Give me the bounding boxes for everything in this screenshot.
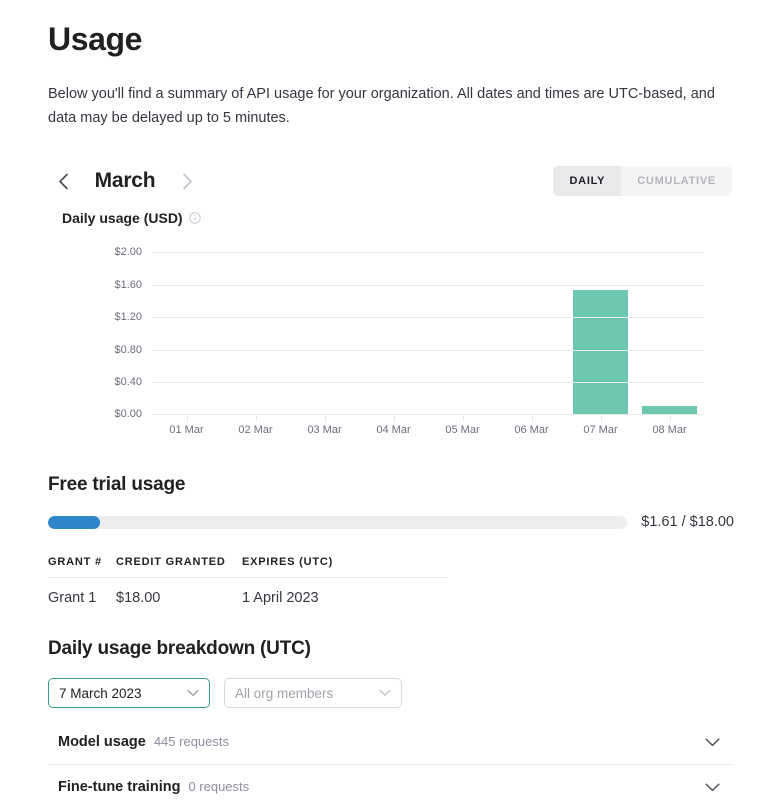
chart-bars	[152, 252, 704, 414]
chart-x-tick	[463, 416, 464, 421]
chart-x-tick-label: 03 Mar	[290, 416, 359, 436]
chevron-down-icon	[187, 689, 199, 697]
column-header-expires: EXPIRES (UTC)	[242, 556, 448, 578]
accordion-title: Model usage	[58, 734, 146, 750]
chart-x-tick-label: 05 Mar	[428, 416, 497, 436]
chart-bar-cell[interactable]	[221, 252, 290, 414]
breakdown-filters: 7 March 2023 All org members	[48, 678, 734, 708]
chevron-down-icon	[379, 689, 391, 697]
cell-grant-number: Grant 1	[48, 578, 116, 607]
progress-label: $1.61 / $18.00	[641, 514, 734, 530]
accordion-model-usage[interactable]: Model usage 445 requests	[48, 720, 734, 765]
accordion-title: Fine-tune training	[58, 779, 180, 795]
accordion-fine-tune-training[interactable]: Fine-tune training 0 requests	[48, 765, 734, 800]
chart-bar-cell[interactable]	[428, 252, 497, 414]
chart-gridline	[152, 350, 704, 351]
daily-usage-chart: $2.00 $1.60 $1.20 $0.80 $0.40 $0.00 01 Mar02 …	[48, 242, 734, 442]
org-member-select[interactable]: All org members	[224, 678, 402, 708]
chevron-down-icon[interactable]	[705, 738, 720, 747]
current-month-label: March	[82, 169, 168, 193]
usage-page: Usage Below you'll find a summary of API…	[0, 0, 764, 800]
page-title: Usage	[48, 20, 734, 58]
chart-gridline	[152, 285, 704, 286]
chart-x-tick-label: 07 Mar	[566, 416, 635, 436]
info-circle-icon[interactable]	[189, 212, 201, 224]
column-header-grant: GRANT #	[48, 556, 116, 578]
chevron-right-icon	[182, 173, 193, 190]
chart-plot-area	[152, 252, 704, 414]
chart-gridline	[152, 317, 704, 318]
previous-month-button[interactable]	[48, 166, 78, 196]
chart-y-tick-label: $0.00	[114, 408, 142, 420]
view-mode-toggle: DAILY CUMULATIVE	[553, 166, 732, 196]
chart-y-tick-label: $1.20	[114, 311, 142, 323]
chart-x-tick-label: 04 Mar	[359, 416, 428, 436]
chart-bar-cell[interactable]	[152, 252, 221, 414]
chart-x-tick-label: 01 Mar	[152, 416, 221, 436]
month-navigator: March	[48, 166, 202, 196]
chart-bar-cell[interactable]	[359, 252, 428, 414]
org-member-select-value: All org members	[235, 686, 333, 701]
progress-track	[48, 516, 627, 529]
chart-x-tick	[187, 416, 188, 421]
cell-expires: 1 April 2023	[242, 578, 448, 607]
accordion-count: 0 requests	[188, 779, 249, 794]
chart-x-tick-label: 06 Mar	[497, 416, 566, 436]
chart-x-tick	[670, 416, 671, 421]
chevron-left-icon	[58, 173, 69, 190]
chart-y-axis: $2.00$1.60$1.20$0.80$0.40$0.00	[48, 252, 142, 414]
chart-gridline	[152, 252, 704, 253]
grants-table: GRANT # CREDIT GRANTED EXPIRES (UTC) Gra…	[48, 556, 448, 606]
chart-y-tick-label: $0.40	[114, 376, 142, 388]
chart-x-tick	[325, 416, 326, 421]
chevron-down-icon[interactable]	[705, 783, 720, 792]
free-trial-heading: Free trial usage	[48, 474, 734, 496]
tab-daily[interactable]: DAILY	[553, 166, 621, 196]
chart-title: Daily usage (USD)	[62, 210, 183, 226]
chart-x-tick	[601, 416, 602, 421]
chart-y-tick-label: $0.80	[114, 344, 142, 356]
accordion-header[interactable]: Fine-tune training 0 requests	[48, 765, 734, 800]
chart-x-axis: 01 Mar02 Mar03 Mar04 Mar05 Mar06 Mar07 M…	[152, 416, 704, 442]
chart-gridline	[152, 382, 704, 383]
chart-bar[interactable]	[642, 406, 697, 414]
cell-credit-granted: $18.00	[116, 578, 242, 607]
page-description: Below you'll find a summary of API usage…	[48, 82, 716, 130]
chart-y-tick-label: $2.00	[114, 246, 142, 258]
chart-bar[interactable]	[573, 290, 628, 415]
progress-fill	[48, 516, 100, 529]
chart-x-tick	[256, 416, 257, 421]
chart-bar-cell[interactable]	[290, 252, 359, 414]
chart-gridline	[152, 414, 704, 415]
accordion-label-group: Model usage 445 requests	[58, 734, 229, 750]
accordion-count: 445 requests	[154, 734, 229, 749]
next-month-button[interactable]	[172, 166, 202, 196]
chart-heading: Daily usage (USD)	[62, 210, 734, 226]
table-row: Grant 1 $18.00 1 April 2023	[48, 578, 448, 607]
chart-x-tick	[394, 416, 395, 421]
chart-x-tick-label: 08 Mar	[635, 416, 704, 436]
accordion-label-group: Fine-tune training 0 requests	[58, 779, 249, 795]
date-select-value: 7 March 2023	[59, 686, 142, 701]
date-select[interactable]: 7 March 2023	[48, 678, 210, 708]
chart-y-tick-label: $1.60	[114, 279, 142, 291]
accordion-header[interactable]: Model usage 445 requests	[48, 720, 734, 764]
chart-x-tick	[532, 416, 533, 421]
table-header-row: GRANT # CREDIT GRANTED EXPIRES (UTC)	[48, 556, 448, 578]
free-trial-progress: $1.61 / $18.00	[48, 514, 734, 530]
chart-x-tick-label: 02 Mar	[221, 416, 290, 436]
chart-bar-cell[interactable]	[566, 252, 635, 414]
chart-toolbar: March DAILY CUMULATIVE	[48, 166, 734, 196]
breakdown-heading: Daily usage breakdown (UTC)	[48, 638, 734, 660]
column-header-credit: CREDIT GRANTED	[116, 556, 242, 578]
tab-cumulative[interactable]: CUMULATIVE	[621, 166, 732, 196]
chart-bar-cell[interactable]	[497, 252, 566, 414]
chart-bar-cell[interactable]	[635, 252, 704, 414]
